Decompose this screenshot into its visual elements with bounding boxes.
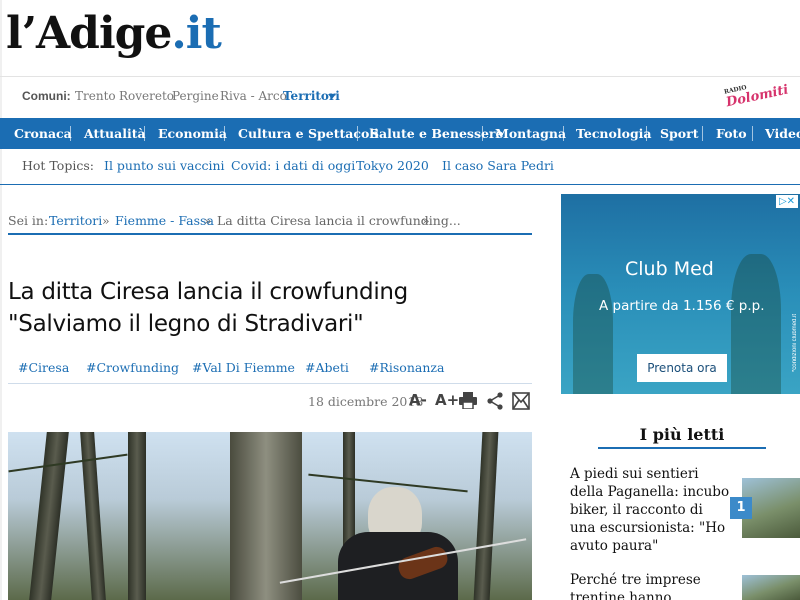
main-navigation: Cronaca Attualità Economia Cultura e Spe… — [0, 118, 800, 149]
comuni-label: Comuni: — [22, 89, 71, 103]
topic-covid-dati[interactable]: Covid: i dati di oggi — [231, 158, 355, 173]
ad-price: A partire da 1.156 € p.p. — [599, 298, 765, 314]
tree-trunk — [29, 432, 69, 600]
topic-sara-pedri[interactable]: Il caso Sara Pedri — [442, 158, 554, 173]
tag-abeti[interactable]: #Abeti — [305, 360, 349, 375]
nav-divider — [482, 126, 483, 141]
nav-divider — [224, 126, 225, 141]
nav-salute-benessere[interactable]: Salute e Benessere — [370, 118, 503, 149]
nav-divider — [702, 126, 703, 141]
ad-conditions: *condizioni clubmed.it — [792, 314, 798, 373]
breadcrumb-fiemme-fassa[interactable]: Fiemme - Fassa — [115, 213, 214, 228]
hot-topics-bar: Hot Topics: Il punto sui vaccini Covid: … — [0, 149, 800, 185]
tree-trunk — [128, 432, 146, 600]
nav-divider — [144, 126, 145, 141]
nav-tecnologia[interactable]: Tecnologia — [576, 118, 652, 149]
nav-divider — [563, 126, 564, 141]
site-logo[interactable]: l’Adige.it — [6, 8, 222, 59]
rank-badge-1: 1 — [730, 497, 752, 519]
ad-palm-shape — [573, 274, 613, 394]
comuni-bar: Comuni: Trento Rovereto Pergine Riva - A… — [0, 76, 800, 116]
article-title: La ditta Ciresa lancia il crowfunding "S… — [8, 276, 532, 340]
hot-topics-label: Hot Topics: — [22, 158, 94, 173]
comune-riva-arco[interactable]: Riva - Arco — [220, 89, 287, 103]
comune-trento[interactable]: Trento — [75, 89, 116, 103]
breadcrumb-prefix: Sei in: — [8, 213, 49, 228]
nav-cronaca[interactable]: Cronaca — [14, 118, 72, 149]
chevron-down-icon[interactable] — [328, 94, 336, 99]
breadcrumb: Sei in: Territori » Fiemme - Fassa » La … — [8, 213, 532, 235]
tree-trunk — [473, 432, 499, 600]
comune-rovereto[interactable]: Rovereto — [119, 89, 174, 103]
ad-brand-logo: Club Med — [625, 258, 714, 280]
tag-val-di-fiemme[interactable]: #Val Di Fiemme — [192, 360, 295, 375]
breadcrumb-separator: » — [204, 213, 212, 228]
nav-divider — [646, 126, 647, 141]
tree-trunk — [230, 432, 302, 600]
email-icon[interactable] — [512, 392, 530, 414]
tag-ciresa[interactable]: #Ciresa — [18, 360, 69, 375]
article-title-line-1: La ditta Ciresa lancia il crowfunding — [8, 279, 408, 305]
share-icon[interactable] — [486, 392, 504, 414]
tag-crowfunding[interactable]: #Crowfunding — [86, 360, 179, 375]
article-photo — [8, 432, 532, 600]
breadcrumb-separator: » — [422, 213, 430, 228]
clubmed-ad[interactable]: ▷✕ Club Med A partire da 1.156 € p.p. Pr… — [561, 194, 800, 394]
nav-economia[interactable]: Economia — [158, 118, 227, 149]
topic-vaccini[interactable]: Il punto sui vaccini — [104, 158, 225, 173]
nav-divider — [752, 126, 753, 141]
adchoices-icon[interactable]: ▷✕ — [776, 195, 798, 208]
most-read-item-2[interactable]: Perché tre imprese trentine hanno — [570, 571, 730, 600]
nav-divider — [357, 126, 358, 141]
nav-foto[interactable]: Foto — [716, 118, 747, 149]
article-title-line-2: "Salviamo il legno di Stradivari" — [8, 311, 364, 337]
nav-montagna[interactable]: Montagna — [495, 118, 566, 149]
font-larger-button[interactable]: A+ — [435, 391, 459, 409]
ad-palm-shape — [731, 254, 781, 394]
breadcrumb-territori[interactable]: Territori — [49, 213, 102, 228]
logo-main: l’Adige — [6, 8, 172, 59]
most-read-title: I più letti — [598, 425, 766, 449]
breadcrumb-separator: » — [102, 213, 110, 228]
logo-tld: .it — [171, 8, 221, 59]
print-icon[interactable] — [459, 392, 477, 413]
font-smaller-button[interactable]: A- — [409, 391, 427, 409]
most-read-item-1[interactable]: A piedi sui sentieri della Paganella: in… — [570, 465, 730, 555]
tree-branch — [8, 453, 128, 473]
topic-tokyo-2020[interactable]: Tokyo 2020 — [356, 158, 429, 173]
tag-risonanza[interactable]: #Risonanza — [369, 360, 444, 375]
article-tags: #Ciresa #Crowfunding #Val Di Fiemme #Abe… — [8, 360, 532, 384]
nav-divider — [70, 126, 71, 141]
nav-video[interactable]: Video — [765, 118, 800, 149]
ad-cta-button[interactable]: Prenota ora — [637, 354, 727, 382]
nav-attualita[interactable]: Attualità — [84, 118, 146, 149]
most-read-thumbnail-2[interactable] — [742, 575, 800, 600]
nav-sport[interactable]: Sport — [660, 118, 698, 149]
comune-pergine[interactable]: Pergine — [172, 89, 219, 103]
article-date: 18 dicembre 2018 — [308, 394, 424, 409]
